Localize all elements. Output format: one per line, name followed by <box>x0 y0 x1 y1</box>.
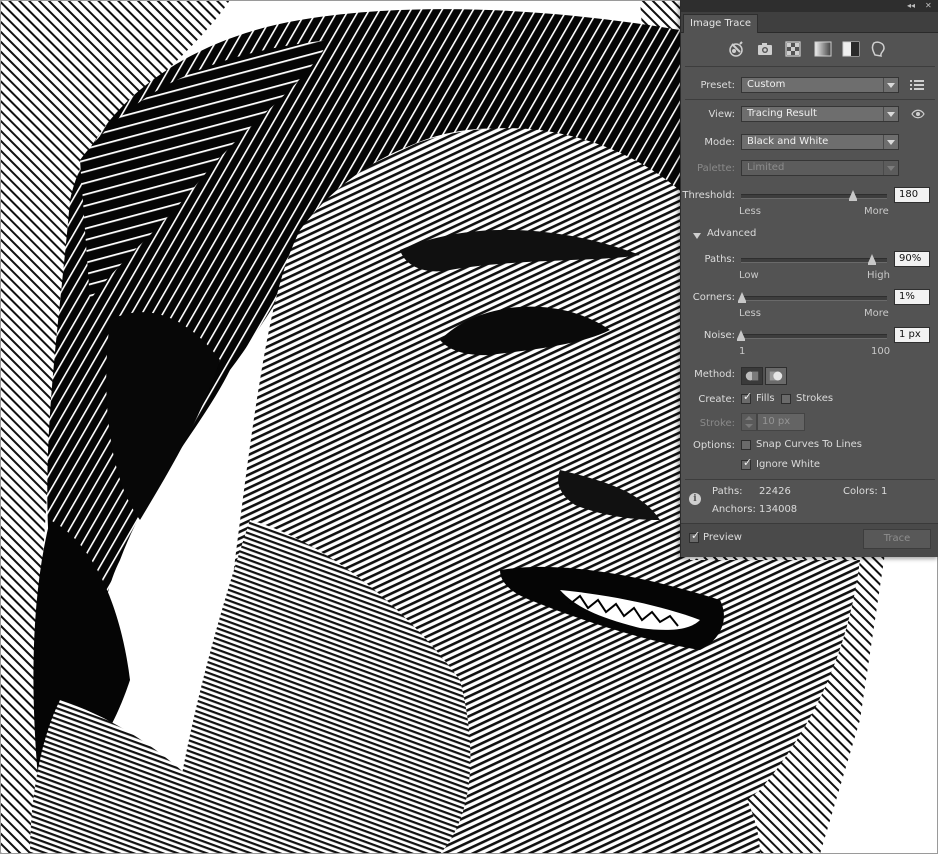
mode-row: Mode: Black and White <box>681 133 938 153</box>
noise-row: Noise: 1 px <box>681 326 938 346</box>
preset-icon-row <box>681 38 938 60</box>
grayscale-icon[interactable] <box>813 40 833 58</box>
noise-slider-thumb[interactable] <box>737 330 745 341</box>
corners-max-label: More <box>864 308 889 319</box>
paths-max-label: High <box>867 270 890 281</box>
view-row: View: Tracing Result <box>681 105 938 125</box>
separator <box>685 99 935 100</box>
preset-row: Preset: Custom <box>681 76 938 96</box>
corners-slider-thumb[interactable] <box>738 292 747 303</box>
palette-label: Palette: <box>696 163 735 174</box>
checkmark-icon: ✓ <box>743 390 753 403</box>
fills-label: Fills <box>756 393 775 404</box>
panel-footer: ✓ Preview Trace <box>681 523 938 557</box>
corners-label: Corners: <box>692 292 735 303</box>
checkmark-icon: ✓ <box>743 456 753 469</box>
anchors-count-value: 134008 <box>759 504 798 515</box>
close-panel-icon[interactable]: ✕ <box>925 0 932 12</box>
advanced-toggle[interactable]: Advanced <box>707 228 756 239</box>
auto-color-icon[interactable] <box>727 40 747 58</box>
outline-icon[interactable] <box>869 40 889 58</box>
corners-slider[interactable] <box>738 292 887 303</box>
chevron-down-icon <box>883 161 898 175</box>
paths-count-label: Paths: <box>712 486 743 497</box>
view-dropdown[interactable]: Tracing Result <box>741 106 899 122</box>
paths-min-label: Low <box>739 270 759 281</box>
preview-label: Preview <box>703 532 742 543</box>
preset-label: Preset: <box>700 80 735 91</box>
stroke-input: 10 px <box>757 413 805 431</box>
chevron-down-icon <box>883 78 898 92</box>
panel-tab-bar: Image Trace <box>681 12 938 33</box>
advanced-disclosure-icon[interactable] <box>693 233 701 239</box>
paths-slider[interactable] <box>741 254 887 265</box>
mode-dropdown[interactable]: Black and White <box>741 134 899 150</box>
corners-input[interactable]: 1% <box>894 289 930 305</box>
colors-count-label: Colors: <box>843 486 878 497</box>
ignore-white-checkbox[interactable]: ✓ <box>741 456 753 470</box>
method-overlapping-button[interactable] <box>765 367 787 385</box>
paths-row: Paths: 90% <box>681 250 938 270</box>
threshold-label: Threshold: <box>682 190 735 201</box>
method-label: Method: <box>694 369 735 380</box>
noise-min-label: 1 <box>739 346 746 357</box>
palette-value: Limited <box>747 162 785 173</box>
noise-max-label: 100 <box>871 346 891 357</box>
corners-min-label: Less <box>739 308 761 319</box>
palette-row: Palette: Limited <box>681 159 938 179</box>
mode-label: Mode: <box>704 137 735 148</box>
paths-label: Paths: <box>704 254 735 265</box>
create-label: Create: <box>698 394 735 405</box>
threshold-row: Threshold: 180 <box>681 186 938 206</box>
separator <box>685 479 935 480</box>
trace-button[interactable]: Trace <box>863 529 931 549</box>
chevron-down-icon <box>883 135 898 149</box>
options-label: Options: <box>693 440 735 451</box>
checkmark-icon: ✓ <box>691 529 701 542</box>
separator <box>685 66 935 67</box>
paths-count-value: 22426 <box>759 486 791 497</box>
snap-curves-checkbox[interactable] <box>741 440 751 450</box>
mode-value: Black and White <box>747 136 829 147</box>
chevron-down-icon <box>883 107 898 121</box>
threshold-min-label: Less <box>739 206 761 217</box>
snap-curves-label: Snap Curves To Lines <box>756 439 862 450</box>
high-color-icon[interactable] <box>755 40 775 58</box>
preview-checkbox[interactable]: ✓ <box>689 529 701 543</box>
stroke-stepper <box>741 413 757 431</box>
noise-label: Noise: <box>703 330 735 341</box>
threshold-max-label: More <box>864 206 889 217</box>
view-value: Tracing Result <box>747 108 817 119</box>
noise-slider[interactable] <box>737 330 887 341</box>
collapse-panel-icon[interactable]: ◂◂ <box>907 0 915 12</box>
paths-input[interactable]: 90% <box>894 251 930 267</box>
stroke-label: Stroke: <box>699 418 735 429</box>
strokes-checkbox[interactable] <box>781 394 791 404</box>
preset-list-icon[interactable] <box>910 79 924 91</box>
threshold-input[interactable]: 180 <box>894 187 930 203</box>
info-icon: i <box>689 493 701 505</box>
preset-dropdown[interactable]: Custom <box>741 77 899 93</box>
low-color-icon[interactable] <box>783 40 803 58</box>
view-label: View: <box>708 109 735 120</box>
paths-slider-thumb[interactable] <box>868 254 877 265</box>
anchors-count-label: Anchors: <box>712 504 756 515</box>
fills-checkbox[interactable]: ✓ <box>741 390 753 404</box>
noise-input[interactable]: 1 px <box>894 327 930 343</box>
panel-title-strip: ◂◂ ✕ <box>681 0 938 12</box>
ignore-white-label: Ignore White <box>756 459 821 470</box>
threshold-slider-thumb[interactable] <box>849 190 858 201</box>
corners-row: Corners: 1% <box>681 288 938 308</box>
strokes-label: Strokes <box>796 393 834 404</box>
colors-count-value: 1 <box>881 486 888 497</box>
eye-icon[interactable] <box>911 109 925 119</box>
tab-image-trace[interactable]: Image Trace <box>683 14 759 33</box>
method-abutting-button[interactable] <box>741 367 763 385</box>
preset-value: Custom <box>747 79 786 90</box>
threshold-slider[interactable] <box>741 190 887 201</box>
palette-dropdown: Limited <box>741 160 899 176</box>
image-trace-panel: ◂◂ ✕ Image Trace Preset: Custom View: Tr… <box>680 0 938 557</box>
black-and-white-icon[interactable] <box>841 40 861 58</box>
